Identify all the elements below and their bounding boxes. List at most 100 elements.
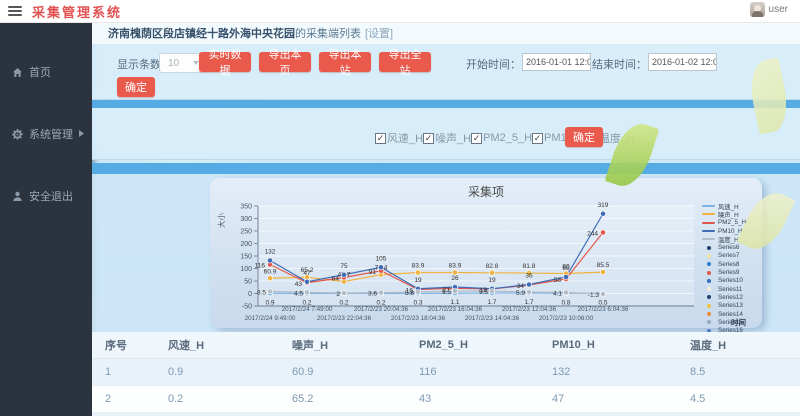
svg-text:0: 0 [248, 291, 252, 298]
table-header-cell: 风速_H [155, 332, 279, 359]
table-header-cell: 序号 [92, 332, 155, 359]
legend-marker-icon [707, 304, 711, 308]
legend-item: Series8 [702, 260, 760, 268]
legend-item: Series6 [702, 243, 760, 251]
legend-label: PM10_H [718, 228, 743, 235]
user-name: user [769, 4, 788, 15]
svg-text:5.9: 5.9 [516, 290, 525, 297]
legend-marker-icon [702, 213, 715, 215]
legend-marker-icon [707, 246, 711, 250]
sidebar-item-home[interactable]: 首页 [0, 60, 92, 84]
filter-panel: ✓风速_H✓噪声_H✓PM2_5_H✓PM10_H✓温度_H 确定 [92, 108, 800, 160]
legend-marker-icon [707, 320, 711, 324]
svg-text:50: 50 [244, 279, 252, 286]
settings-link[interactable]: [设置] [365, 25, 393, 41]
legend-item: 噪声_H [702, 210, 760, 218]
menu-icon[interactable] [8, 6, 22, 16]
filter-confirm-button[interactable]: 确定 [565, 127, 603, 147]
svg-text:0.2: 0.2 [302, 299, 311, 306]
export-page-button[interactable]: 导出本页 [259, 52, 311, 72]
user-avatar[interactable] [750, 2, 765, 17]
sidebar-item-system-management[interactable]: 系统管理 [0, 122, 92, 146]
legend-item: Series12 [702, 293, 760, 301]
display-count-value: 10 [168, 58, 179, 69]
station-suffix: 的采集端列表 [295, 25, 361, 41]
svg-text:9.5: 9.5 [442, 289, 451, 296]
end-time-label: 结束时间： [592, 56, 647, 72]
legend-label: Series10 [718, 277, 743, 284]
legend-marker-icon [702, 222, 715, 224]
svg-text:0.8: 0.8 [561, 299, 570, 306]
filter-checkbox-风速_H[interactable]: ✓风速_H [375, 130, 423, 146]
legend-label: Series15 [718, 319, 743, 326]
legend-label: Series12 [718, 294, 743, 301]
table-row: 20.265.243474.52017/2/24 7:49:00 [92, 386, 800, 413]
svg-text:5.8: 5.8 [405, 290, 414, 297]
checkbox-icon[interactable]: ✓ [532, 133, 543, 144]
legend-item: Series11 [702, 285, 760, 293]
top-header-bar: 采集管理系统 user [0, 0, 800, 23]
checkbox-icon[interactable]: ✓ [471, 133, 482, 144]
svg-text:100: 100 [240, 266, 252, 273]
collection-data-table: 序号风速_H噪声_HPM2_5_HPM10_H温度_H时间 10.960.911… [92, 332, 800, 416]
table-cell: 116 [406, 359, 539, 386]
legend-marker-icon [707, 295, 711, 299]
svg-text:1.1: 1.1 [450, 299, 459, 306]
svg-text:75: 75 [340, 263, 348, 270]
svg-text:0.9: 0.9 [265, 299, 274, 306]
filter-checkbox-噪声_H[interactable]: ✓噪声_H [423, 130, 471, 146]
sidebar-item-label: 安全退出 [29, 188, 73, 204]
svg-text:2017/2/24 7:49:00: 2017/2/24 7:49:00 [282, 306, 333, 313]
svg-text:350: 350 [240, 204, 252, 211]
legend-label: Series7 [718, 252, 739, 259]
legend-marker-icon [702, 230, 715, 232]
table-cell: 2 [677, 413, 800, 416]
table-header-cell: PM10_H [539, 332, 677, 359]
checkbox-icon[interactable]: ✓ [423, 133, 434, 144]
svg-text:2017/2/23 16:04:36: 2017/2/23 16:04:36 [428, 306, 483, 313]
filter-checkbox-PM2_5_H[interactable]: ✓PM2_5_H [471, 132, 532, 144]
toolbar-confirm-button[interactable]: 确定 [117, 77, 155, 97]
user-menu[interactable]: user [750, 2, 788, 17]
end-time-input[interactable]: 2016-01-02 12:00 [648, 53, 717, 71]
svg-text:83.9: 83.9 [449, 263, 462, 270]
svg-text:83.9: 83.9 [412, 263, 425, 270]
svg-text:2017/2/23 6:04:36: 2017/2/23 6:04:36 [578, 306, 629, 313]
export-site-button[interactable]: 导出本站 [319, 52, 371, 72]
legend-item: Series15 [702, 318, 760, 326]
main-content: 济南槐荫区段店镇经十路外海中央花园 的采集端列表 [设置] 显示条数： 10 实… [92, 22, 800, 416]
svg-text:2017/2/23 10:06:00: 2017/2/23 10:06:00 [539, 315, 594, 322]
table-header-row: 序号风速_H噪声_HPM2_5_HPM10_H温度_H时间 [92, 332, 800, 359]
svg-text:1.7: 1.7 [524, 299, 533, 306]
legend-label: PM2_5_H [718, 219, 746, 226]
table-cell: 60.9 [279, 359, 406, 386]
sidebar-item-label: 首页 [29, 64, 51, 80]
legend-label: Series13 [718, 302, 743, 309]
svg-text:1.7: 1.7 [487, 299, 496, 306]
legend-label: Series11 [718, 286, 742, 293]
svg-text:43: 43 [295, 281, 303, 288]
svg-text:85.5: 85.5 [597, 262, 610, 269]
table-cell: 65.2 [279, 386, 406, 413]
svg-text:19: 19 [414, 277, 422, 284]
chart-card: 采集项 -50050100150200250300350大小2017/2/24 … [210, 178, 762, 328]
svg-text:大小: 大小 [216, 213, 226, 228]
svg-text:0.3: 0.3 [413, 299, 422, 306]
svg-text:66: 66 [562, 265, 570, 272]
svg-text:8.5: 8.5 [257, 289, 266, 296]
table-cell: 64 [406, 413, 539, 416]
export-all-button[interactable]: 导出全站 [379, 52, 431, 72]
table-cell: 0.9 [155, 359, 279, 386]
collection-chart: -50050100150200250300350大小2017/2/24 9:49… [210, 198, 758, 328]
svg-text:2017/2/23 18:04:36: 2017/2/23 18:04:36 [391, 315, 446, 322]
start-time-label: 开始时间： [466, 56, 521, 72]
checkbox-label: 噪声_H [435, 130, 471, 146]
legend-label: 噪声_H [718, 210, 739, 219]
table-cell: 43 [406, 386, 539, 413]
table-cell: 0.2 [155, 413, 279, 416]
checkbox-icon[interactable]: ✓ [375, 133, 386, 144]
sidebar-item-safe-logout[interactable]: 安全退出 [0, 184, 92, 208]
gear-icon [12, 129, 23, 140]
start-time-input[interactable]: 2016-01-01 12:00 [522, 53, 591, 71]
realtime-data-button[interactable]: 实时数据 [199, 52, 251, 72]
